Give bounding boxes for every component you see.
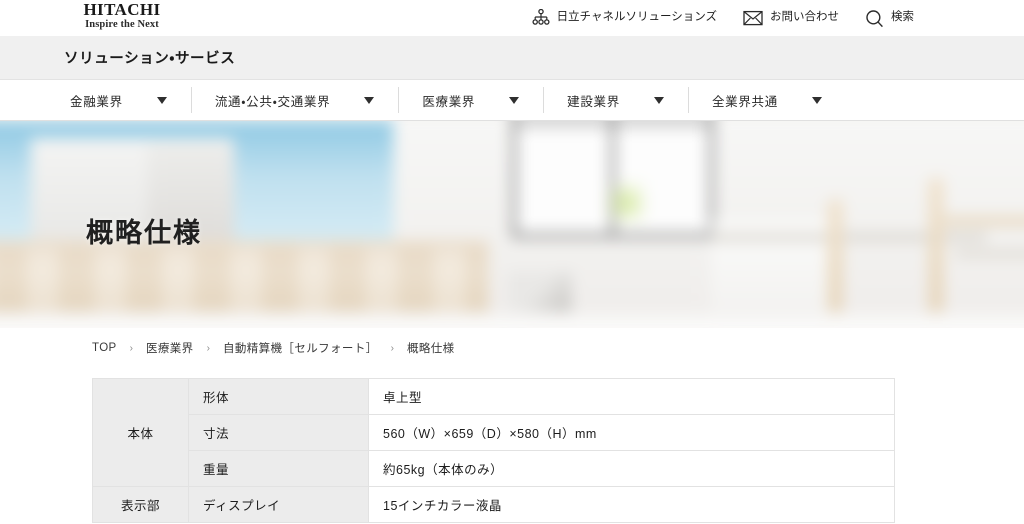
spec-group-body: 本体 [92,378,189,487]
hero-banner: 概略仕様 [0,121,1024,328]
section-title-band: ソリューション・サービス [0,36,1024,80]
breadcrumb-item-medical[interactable]: 医療業界 [146,340,194,356]
spec-value-display: 15インチカラー液晶 [368,486,895,523]
hitachi-logo[interactable]: HITACHI Inspire the Next [62,1,182,31]
nav-item-construction[interactable]: 建設業界 [543,80,688,120]
spec-table-wrap: 本体 形体 卓上型 寸法 560（W）×659（D）×580（H）mm 重量 約… [0,367,1024,523]
breadcrumb-separator-icon: › [129,342,133,354]
utility-link-search[interactable]: 検索 [865,9,914,28]
nav-item-all-industries-label: 全業界共通 [711,94,778,109]
page-root: HITACHI Inspire the Next 日立チャネルソリューションズ [0,0,1024,524]
utility-link-contact[interactable]: お問い合わせ [743,10,839,26]
table-row: 重量 約65kg（本体のみ） [93,450,895,487]
breadcrumb: TOP › 医療業界 › 自動精算機［セルフォート］ › 概略仕様 [0,329,1024,367]
spec-subhead-weight: 重量 [188,450,369,487]
spec-value-dimensions: 560（W）×659（D）×580（H）mm [368,414,895,451]
utility-link-corporate-label: 日立チャネルソリューションズ [556,11,717,24]
chevron-down-icon [811,96,822,104]
spec-value-weight: 約65kg（本体のみ） [368,450,895,487]
chevron-down-icon [364,96,375,104]
utility-link-search-label: 検索 [891,11,914,24]
nav-item-construction-label: 建設業界 [567,94,620,109]
nav-item-distribution[interactable]: 流通・公共・交通業界 [190,80,399,120]
nav-item-all-industries[interactable]: 全業界共通 [687,80,846,120]
logo-wordmark: HITACHI [83,0,161,19]
table-row: 表示部 ディスプレイ 15インチカラー液晶 [92,486,895,523]
nav-item-distribution-label: 流通・公共・交通業界 [214,94,331,109]
chevron-down-icon [156,96,167,104]
spec-value-form: 卓上型 [368,378,895,415]
nav-item-medical-label: 医療業界 [422,94,476,109]
section-title: ソリューション・サービス [64,51,236,67]
utility-link-corporate[interactable]: 日立チャネルソリューションズ [532,9,717,27]
spec-subhead-dimensions: 寸法 [188,414,369,451]
utility-link-contact-label: お問い合わせ [770,11,839,24]
nav-item-finance-label: 金融業界 [70,94,123,109]
chevron-down-icon [653,96,664,104]
header-utility-nav: 日立チャネルソリューションズ お問い合わせ 検索 [532,0,914,36]
logo-tagline: Inspire the Next [85,19,159,30]
table-row: 本体 形体 卓上型 [92,378,895,487]
spec-table: 本体 形体 卓上型 寸法 560（W）×659（D）×580（H）mm 重量 約… [92,378,895,523]
global-header: HITACHI Inspire the Next 日立チャネルソリューションズ [0,0,1024,36]
breadcrumb-item-product[interactable]: 自動精算機［セルフォート］ [223,340,378,356]
breadcrumb-separator-icon: › [206,342,210,354]
sitemap-icon [532,9,550,27]
spec-subhead-display: ディスプレイ [188,486,369,523]
search-icon [865,9,884,28]
page-title: 概略仕様 [86,218,202,248]
mail-icon [743,10,763,26]
breadcrumb-separator-icon: › [390,342,394,354]
spec-subhead-form: 形体 [188,378,369,415]
chevron-down-icon [509,96,520,104]
category-nav: 金融業界 流通・公共・交通業界 医療業界 建設業界 全業界共通 [0,80,1024,121]
table-row: 寸法 560（W）×659（D）×580（H）mm [93,414,895,451]
nav-item-medical[interactable]: 医療業界 [398,80,543,120]
nav-item-finance[interactable]: 金融業界 [46,80,191,120]
breadcrumb-item-top[interactable]: TOP [92,342,117,354]
breadcrumb-item-current: 概略仕様 [406,343,455,355]
spec-group-display-unit: 表示部 [92,486,189,523]
